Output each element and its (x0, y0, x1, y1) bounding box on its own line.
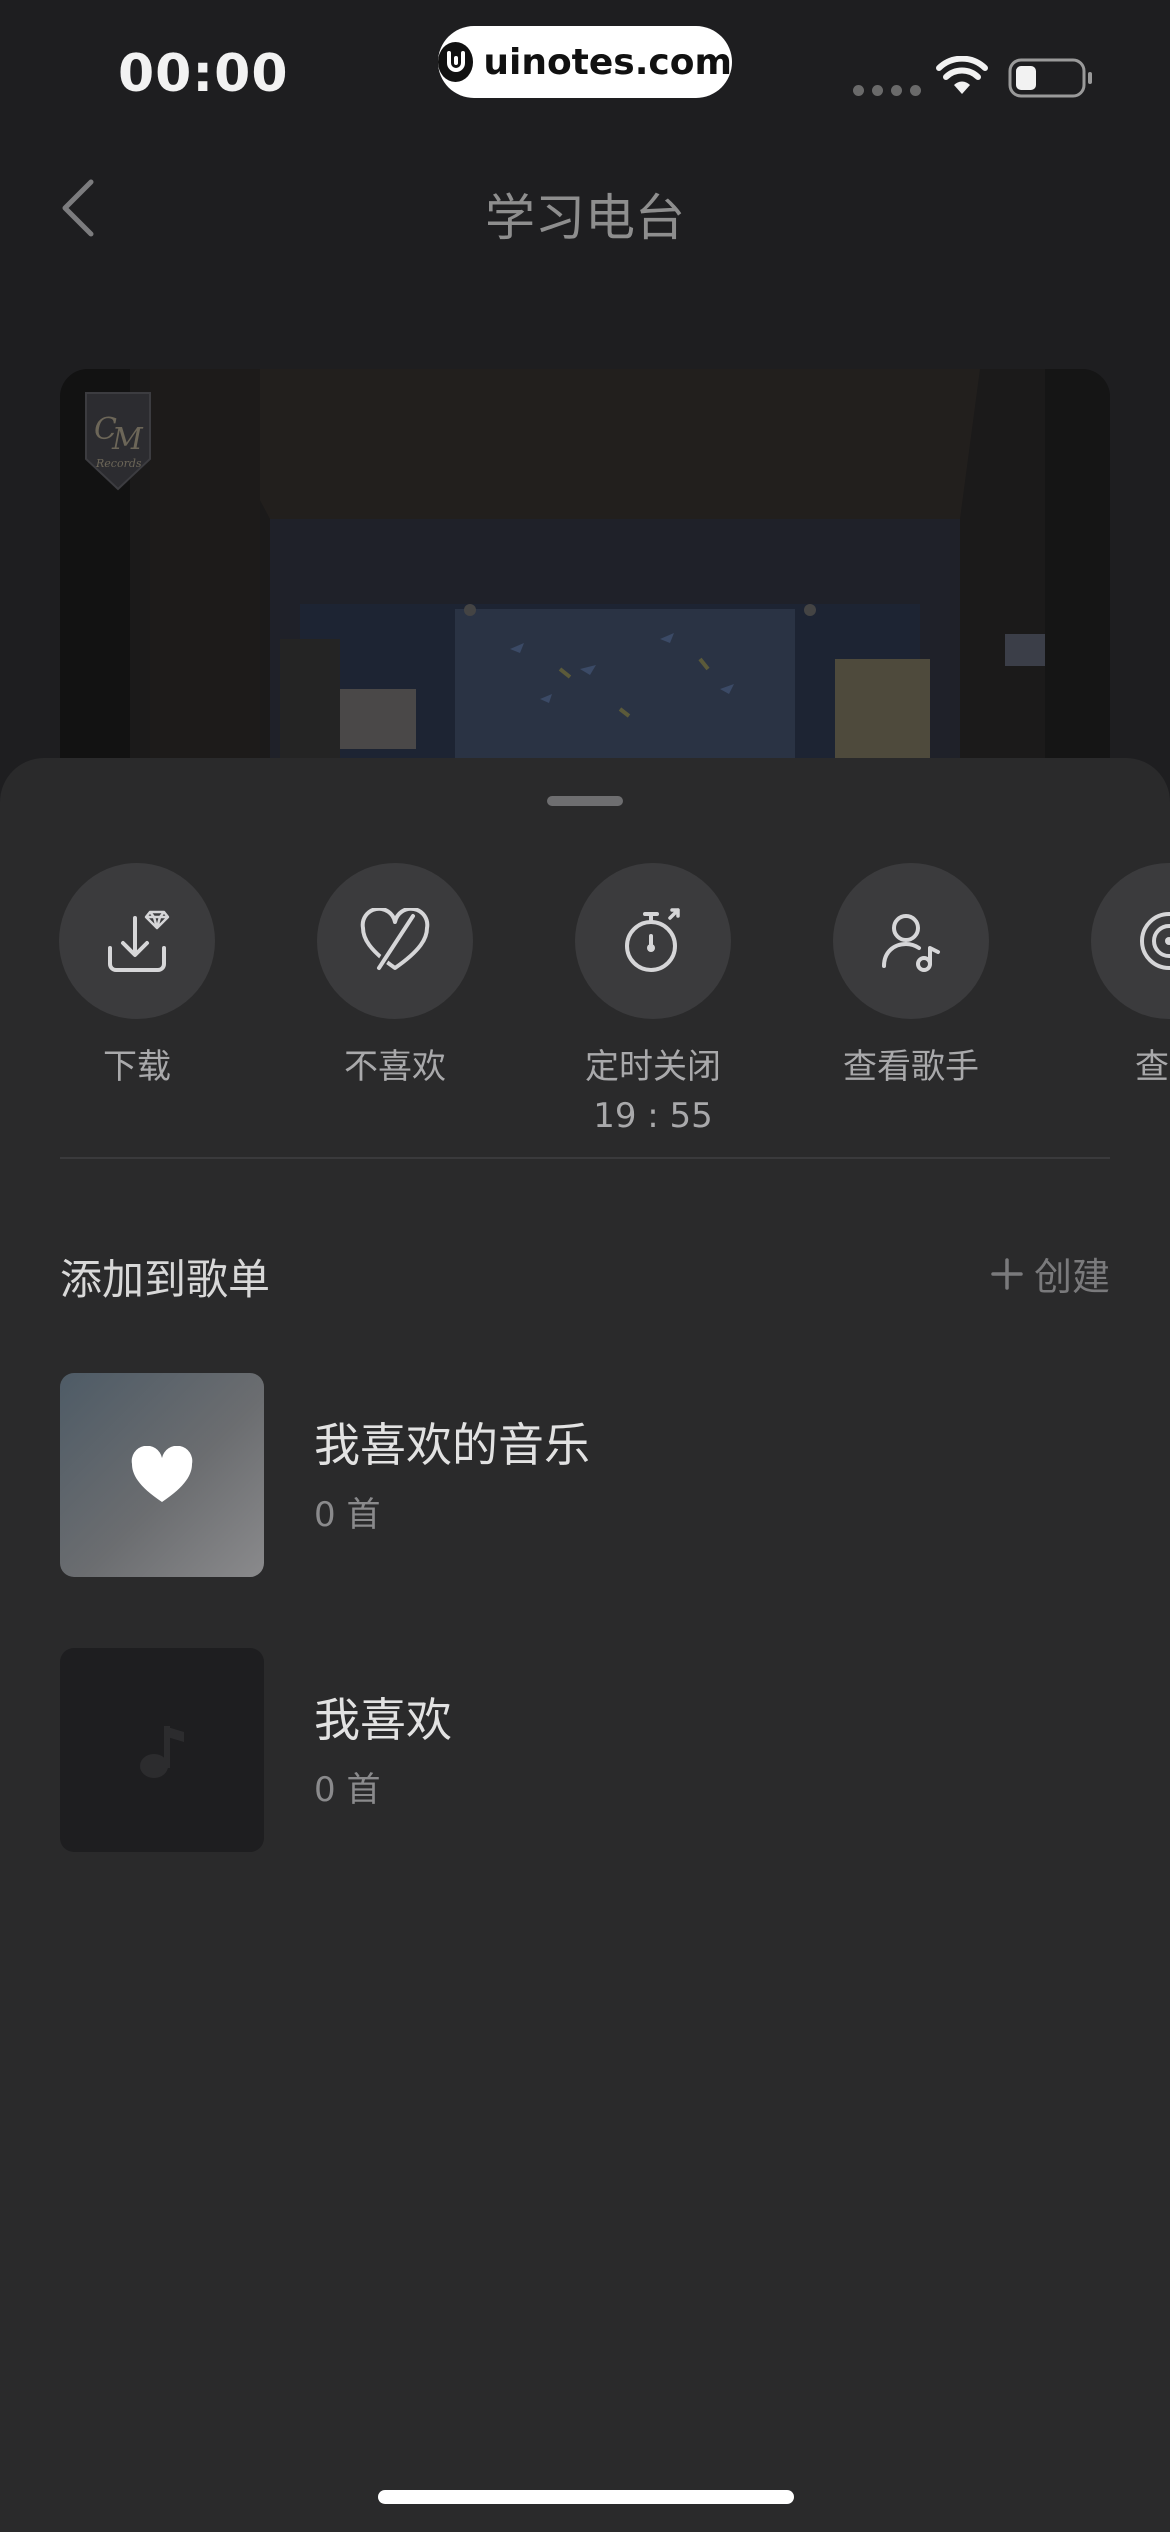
heart-icon (131, 1446, 193, 1502)
page-title: 学习电台 (485, 189, 685, 247)
section-divider (60, 1157, 1110, 1159)
sleep-timer-time: 19 : 55 (593, 1096, 713, 1136)
view-artist-action[interactable]: 查看歌手 (801, 863, 1021, 1091)
watermark-text: uinotes.com (483, 41, 732, 83)
svg-text:M: M (111, 422, 144, 457)
screen: 00:00 uinotes.com 学习电台 C M Records 下载 不喜… (0, 0, 1170, 2532)
download-icon (108, 910, 170, 972)
sleep-timer-label: 定时关闭 (585, 1047, 721, 1087)
dislike-heart-icon (360, 908, 430, 973)
download-label: 下载 (103, 1047, 171, 1087)
view-album-label: 查看 (1135, 1047, 1170, 1087)
watermark-logo-icon (438, 42, 474, 82)
album-icon (1140, 912, 1170, 970)
view-artist-action-circle[interactable] (833, 863, 989, 1019)
create-playlist-button[interactable]: 创建 (990, 1246, 1110, 1301)
view-album-action-circle[interactable] (1091, 863, 1170, 1019)
playlist-name: 我喜欢 (314, 1693, 452, 1747)
cellular-signal-icon (853, 85, 921, 96)
playlist-count: 0 首 (314, 1770, 381, 1810)
section-title: 添加到歌单 (60, 1255, 271, 1304)
dislike-action-circle[interactable] (317, 863, 473, 1019)
playlist-cover (60, 1648, 264, 1852)
status-time: 00:00 (118, 44, 289, 104)
music-note-icon (140, 1726, 184, 1778)
wifi-icon (936, 56, 988, 94)
sleep-timer-action[interactable]: 定时关闭 19 : 55 (543, 863, 763, 1141)
status-bar: 00:00 uinotes.com (0, 0, 1170, 130)
watermark-badge: uinotes.com (438, 26, 732, 98)
artist-icon (882, 914, 940, 972)
playlist-item-like[interactable]: 我喜欢 0 首 (60, 1648, 1110, 1852)
svg-text:Records: Records (95, 457, 142, 470)
playlist-name: 我喜欢的音乐 (314, 1418, 590, 1472)
battery-icon (1008, 58, 1092, 98)
download-action[interactable]: 下载 (27, 863, 247, 1091)
timer-icon (625, 908, 680, 972)
sleep-timer-action-circle[interactable] (575, 863, 731, 1019)
actions-row[interactable]: 下载 不喜欢 定时关闭 19: 55 查看歌手 查 (0, 863, 1170, 1153)
cover-artwork: C M Records (60, 369, 1110, 789)
playlist-item-liked-music[interactable]: 我喜欢的音乐 0 首 (60, 1373, 1110, 1577)
plus-icon (991, 1257, 1023, 1290)
dislike-label: 不喜欢 (344, 1047, 446, 1087)
playlist-cover (60, 1373, 264, 1577)
create-playlist-label: 创建 (1033, 1255, 1110, 1299)
playlist-count: 0 首 (314, 1495, 381, 1535)
home-indicator[interactable] (378, 2490, 794, 2504)
records-logo: C M Records (85, 392, 151, 491)
nav-bar: 学习电台 (0, 160, 1170, 256)
add-to-playlist-header: 添加到歌单 创建 (60, 1246, 1110, 1306)
sheet-drag-handle[interactable] (547, 796, 623, 806)
view-album-action[interactable]: 查看 (1059, 863, 1170, 1091)
cover-illustration (60, 369, 1110, 789)
action-bottom-sheet: 下载 不喜欢 定时关闭 19: 55 查看歌手 查 添加到歌单 创建 我喜欢的… (0, 758, 1170, 2532)
download-action-circle[interactable] (59, 863, 215, 1019)
view-artist-label: 查看歌手 (843, 1047, 979, 1087)
dislike-action[interactable]: 不喜欢 (285, 863, 505, 1091)
